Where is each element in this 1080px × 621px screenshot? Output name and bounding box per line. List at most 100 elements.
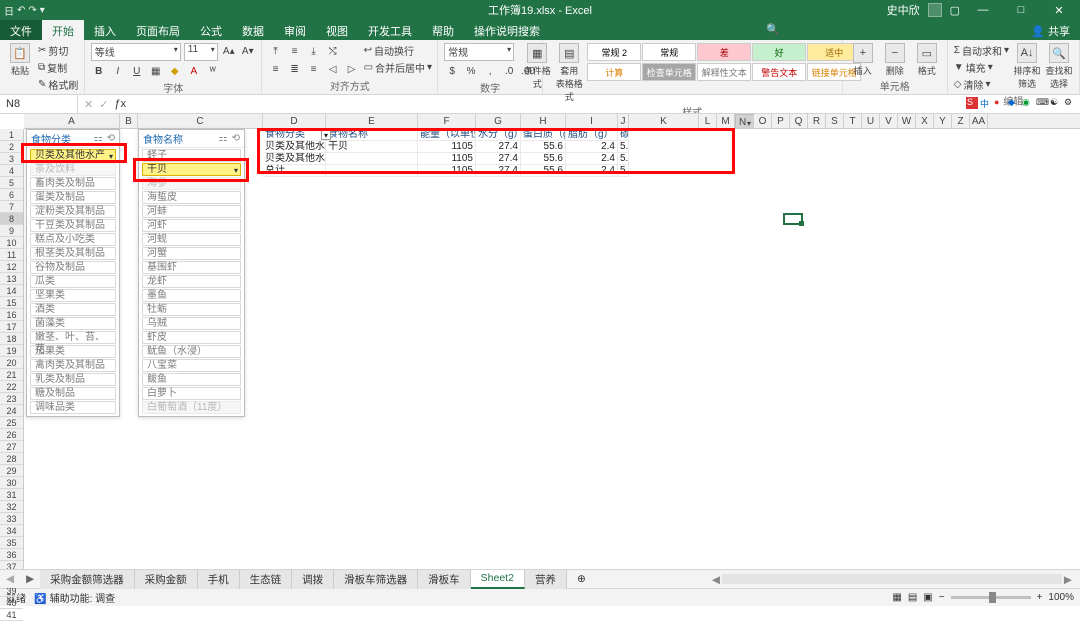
cancel-edit-icon[interactable]: ✕ xyxy=(84,98,93,111)
zoom-out-button[interactable]: − xyxy=(939,592,945,603)
indent-decrease-icon[interactable]: ◁ xyxy=(325,61,341,77)
hscrollbar[interactable] xyxy=(722,574,1062,584)
qat-undo-icon[interactable]: ↶ xyxy=(17,5,25,16)
minimize-button[interactable]: — xyxy=(968,0,998,20)
wrap-text-button[interactable]: ↩ 自动换行 xyxy=(364,43,432,58)
number-format-select[interactable]: 常规 xyxy=(444,43,514,61)
decrease-font-icon[interactable]: A▾ xyxy=(240,43,256,59)
slicer-item[interactable]: 蛋类及制品 xyxy=(30,191,116,204)
sheet-nav-prev-icon[interactable]: ◀ xyxy=(0,573,20,585)
slicer-item[interactable]: 牡蛎 xyxy=(142,303,241,316)
format-painter-button[interactable]: ✎ 格式刷 xyxy=(38,77,78,92)
slicer-item[interactable]: 茄果类 xyxy=(30,345,116,358)
qat-redo-icon[interactable]: ↷ xyxy=(28,5,36,16)
bold-button[interactable]: B xyxy=(91,63,107,79)
align-top-icon[interactable]: ⤒ xyxy=(268,43,284,59)
phonetic-button[interactable]: ᵂ xyxy=(205,63,221,79)
sheet-tab[interactable]: 调拨 xyxy=(292,570,334,589)
sheet-tab[interactable]: 滑板车筛选器 xyxy=(334,570,418,589)
tell-me-search[interactable]: 🔍 xyxy=(766,23,780,36)
insert-cells-button[interactable]: +插入 xyxy=(849,43,877,77)
view-layout-icon[interactable]: ▤ xyxy=(908,592,917,603)
sheet-tab[interactable]: 采购金额筛选器 xyxy=(40,570,135,589)
italic-button[interactable]: I xyxy=(110,63,126,79)
sheet-nav-next-icon[interactable]: ▶ xyxy=(20,573,40,585)
slicer-item[interactable]: 嫩茎、叶、苔、花… xyxy=(30,331,116,344)
slicer-item[interactable]: 菌藻类 xyxy=(30,317,116,330)
tab-操作说明搜索[interactable]: 操作说明搜索 xyxy=(464,20,550,40)
slicer-item[interactable]: 龙虾 xyxy=(142,275,241,288)
fill-color-button[interactable]: ◆ xyxy=(167,63,183,79)
slicer-item[interactable]: 贝类及其他水产 xyxy=(30,149,116,162)
slicer-item[interactable]: 虾皮 xyxy=(142,331,241,344)
format-cells-button[interactable]: ▭格式 xyxy=(913,43,941,77)
align-left-icon[interactable]: ≡ xyxy=(268,61,284,77)
sheet-tab[interactable]: 生态链 xyxy=(240,570,293,589)
copy-button[interactable]: ⧉ 复制 xyxy=(38,60,78,75)
style-item[interactable]: 差 xyxy=(697,43,751,61)
slicer-food-name[interactable]: 食物名称⚏⟲ 蛏子干贝海参海蜇皮河蚌河虾河蚬河蟹基围虾龙虾墨鱼牡蛎乌贼虾皮鱿鱼（… xyxy=(138,129,245,417)
font-size-select[interactable]: 11 xyxy=(184,43,218,61)
percent-icon[interactable]: % xyxy=(463,63,479,79)
slicer-item[interactable]: 海蜇皮 xyxy=(142,191,241,204)
sheet-tab[interactable]: 手机 xyxy=(198,570,240,589)
slicer-item[interactable]: 瓜类 xyxy=(30,275,116,288)
maximize-button[interactable]: □ xyxy=(1006,0,1036,20)
slicer-item[interactable]: 乳类及制品 xyxy=(30,373,116,386)
slicer-item[interactable]: 鲅鱼 xyxy=(142,373,241,386)
style-item[interactable]: 常规 2 xyxy=(587,43,641,61)
sheet-tab[interactable]: 滑板车 xyxy=(418,570,471,589)
find-select-button[interactable]: 🔍查找和选择 xyxy=(1045,43,1073,90)
hscroll-right-icon[interactable]: ▶ xyxy=(1064,574,1072,586)
increase-decimal-icon[interactable]: .0 xyxy=(501,63,517,79)
slicer-item[interactable]: 蛏子 xyxy=(142,149,241,162)
slicer-item[interactable]: 畜肉类及制品 xyxy=(30,177,116,190)
slicer-item[interactable]: 白葡萄酒（11度） xyxy=(142,401,241,414)
style-item[interactable]: 警告文本 xyxy=(752,63,806,81)
style-item[interactable]: 解释性文本 xyxy=(697,63,751,81)
style-item[interactable]: 检查单元格 xyxy=(642,63,696,81)
slicer-item[interactable]: 海参 xyxy=(142,177,241,190)
format-as-table-button[interactable]: ▤套用 表格格式 xyxy=(555,43,583,103)
slicer-item[interactable]: 坚果类 xyxy=(30,289,116,302)
align-center-icon[interactable]: ≣ xyxy=(287,61,303,77)
merge-center-button[interactable]: ▭ 合并后居中 ▾ xyxy=(364,60,432,75)
align-middle-icon[interactable]: ≡ xyxy=(287,43,303,59)
slicer-item[interactable]: 河蟹 xyxy=(142,247,241,260)
slicer-item[interactable]: 白萝卜 xyxy=(142,387,241,400)
increase-font-icon[interactable]: A▴ xyxy=(221,43,237,59)
slicer-item[interactable]: 基围虾 xyxy=(142,261,241,274)
slicer-item[interactable]: 八宝菜 xyxy=(142,359,241,372)
cell-styles-gallery[interactable]: 常规 2常规差好适中计算检查单元格解释性文本警告文本链接单元格 xyxy=(587,43,861,81)
clear-filter-icon[interactable]: ⟲ xyxy=(107,133,115,144)
tab-插入[interactable]: 插入 xyxy=(84,20,126,40)
multiselect-icon[interactable]: ⚏ xyxy=(219,133,228,144)
font-name-select[interactable]: 等线 xyxy=(91,43,181,61)
ime-indicator[interactable]: S 中 ●◆◉⌨☯⚙ xyxy=(966,97,1076,109)
slicer-item[interactable]: 根茎类及其制品 xyxy=(30,247,116,260)
confirm-edit-icon[interactable]: ✓ xyxy=(99,98,108,111)
align-right-icon[interactable]: ≡ xyxy=(306,61,322,77)
sort-filter-button[interactable]: A↓排序和筛选 xyxy=(1013,43,1041,90)
style-item[interactable]: 计算 xyxy=(587,63,641,81)
hscroll-left-icon[interactable]: ◀ xyxy=(712,574,720,586)
tab-开发工具[interactable]: 开发工具 xyxy=(358,20,422,40)
conditional-format-button[interactable]: ▦条件格式 xyxy=(523,43,551,90)
clear-filter-icon[interactable]: ⟲ xyxy=(232,133,240,144)
close-button[interactable]: ✕ xyxy=(1044,0,1074,20)
view-normal-icon[interactable]: ▦ xyxy=(892,592,901,603)
tab-公式[interactable]: 公式 xyxy=(190,20,232,40)
sheet-tab[interactable]: 营养 xyxy=(525,570,567,589)
tab-帮助[interactable]: 帮助 xyxy=(422,20,464,40)
delete-cells-button[interactable]: −删除 xyxy=(881,43,909,77)
qat-save-icon[interactable]: 日 xyxy=(4,3,14,18)
slicer-item[interactable]: 河虾 xyxy=(142,219,241,232)
fx-icon[interactable]: ƒx xyxy=(114,98,126,110)
currency-icon[interactable]: $ xyxy=(444,63,460,79)
slicer-item[interactable]: 墨鱼 xyxy=(142,289,241,302)
row-headers[interactable]: 1234567891011121314151617181920212223242… xyxy=(0,129,24,569)
fill-button[interactable]: ▼ 填充 ▾ xyxy=(954,60,1009,75)
autosum-button[interactable]: Σ 自动求和 ▾ xyxy=(954,43,1009,58)
tab-视图[interactable]: 视图 xyxy=(316,20,358,40)
user-name[interactable]: 史中欣 xyxy=(887,2,920,18)
